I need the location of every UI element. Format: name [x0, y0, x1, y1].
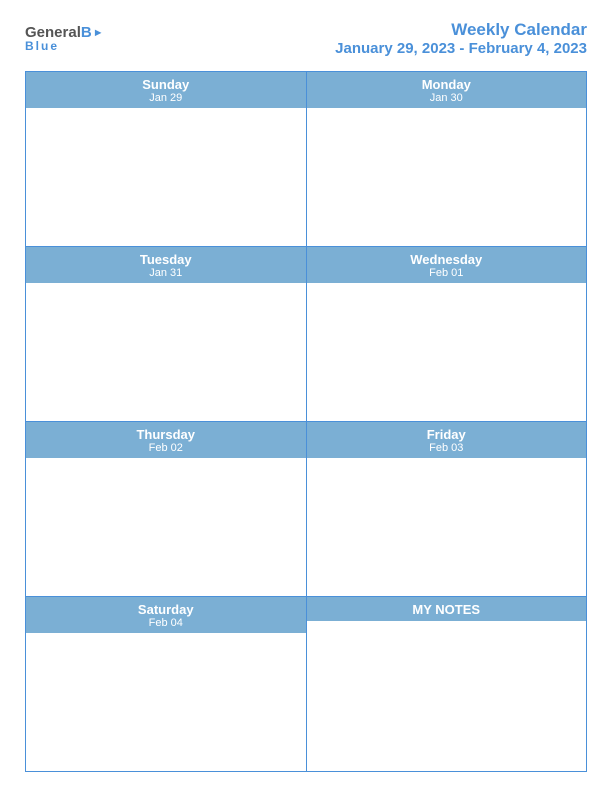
notes-body — [307, 621, 587, 771]
saturday-body — [26, 633, 306, 771]
cell-tuesday: Tuesday Jan 31 — [26, 247, 307, 421]
wednesday-body — [307, 283, 587, 421]
tuesday-header: Tuesday Jan 31 — [26, 247, 306, 283]
logo-blue-text: Blue — [25, 39, 59, 53]
tuesday-date: Jan 31 — [30, 267, 302, 279]
sunday-header: Sunday Jan 29 — [26, 72, 306, 108]
monday-date: Jan 30 — [311, 92, 583, 104]
calendar-grid: Sunday Jan 29 Monday Jan 30 Tuesday Jan … — [25, 71, 587, 772]
monday-body — [307, 108, 587, 246]
thursday-body — [26, 458, 306, 596]
monday-header: Monday Jan 30 — [307, 72, 587, 108]
wednesday-date: Feb 01 — [311, 267, 583, 279]
monday-name: Monday — [311, 77, 583, 92]
cell-wednesday: Wednesday Feb 01 — [307, 247, 587, 421]
saturday-date: Feb 04 — [30, 617, 302, 629]
tuesday-body — [26, 283, 306, 421]
wednesday-header: Wednesday Feb 01 — [307, 247, 587, 283]
friday-header: Friday Feb 03 — [307, 422, 587, 458]
logo: GeneralB► Blue — [25, 24, 104, 53]
cell-friday: Friday Feb 03 — [307, 422, 587, 596]
page: GeneralB► Blue Weekly Calendar January 2… — [0, 0, 612, 792]
friday-name: Friday — [311, 427, 583, 442]
thursday-date: Feb 02 — [30, 442, 302, 454]
friday-date: Feb 03 — [311, 442, 583, 454]
sunday-name: Sunday — [30, 77, 302, 92]
date-range: January 29, 2023 - February 4, 2023 — [335, 40, 587, 57]
notes-header: MY NOTES — [307, 597, 587, 621]
header-title: Weekly Calendar January 29, 2023 - Febru… — [335, 20, 587, 57]
calendar-row-1: Sunday Jan 29 Monday Jan 30 — [26, 72, 586, 247]
cell-sunday: Sunday Jan 29 — [26, 72, 307, 246]
friday-body — [307, 458, 587, 596]
logo-blue-inline: B — [81, 24, 92, 41]
calendar-title: Weekly Calendar — [335, 20, 587, 40]
wednesday-name: Wednesday — [311, 252, 583, 267]
saturday-name: Saturday — [30, 602, 302, 617]
calendar-row-3: Thursday Feb 02 Friday Feb 03 — [26, 422, 586, 597]
cell-monday: Monday Jan 30 — [307, 72, 587, 246]
cell-thursday: Thursday Feb 02 — [26, 422, 307, 596]
sunday-date: Jan 29 — [30, 92, 302, 104]
calendar-row-4: Saturday Feb 04 MY NOTES — [26, 597, 586, 771]
cell-notes: MY NOTES — [307, 597, 587, 771]
logo-flag-icon: ► — [93, 27, 104, 39]
calendar-row-2: Tuesday Jan 31 Wednesday Feb 01 — [26, 247, 586, 422]
thursday-header: Thursday Feb 02 — [26, 422, 306, 458]
saturday-header: Saturday Feb 04 — [26, 597, 306, 633]
notes-label: MY NOTES — [311, 602, 583, 617]
sunday-body — [26, 108, 306, 246]
thursday-name: Thursday — [30, 427, 302, 442]
header: GeneralB► Blue Weekly Calendar January 2… — [25, 20, 587, 57]
cell-saturday: Saturday Feb 04 — [26, 597, 307, 771]
tuesday-name: Tuesday — [30, 252, 302, 267]
